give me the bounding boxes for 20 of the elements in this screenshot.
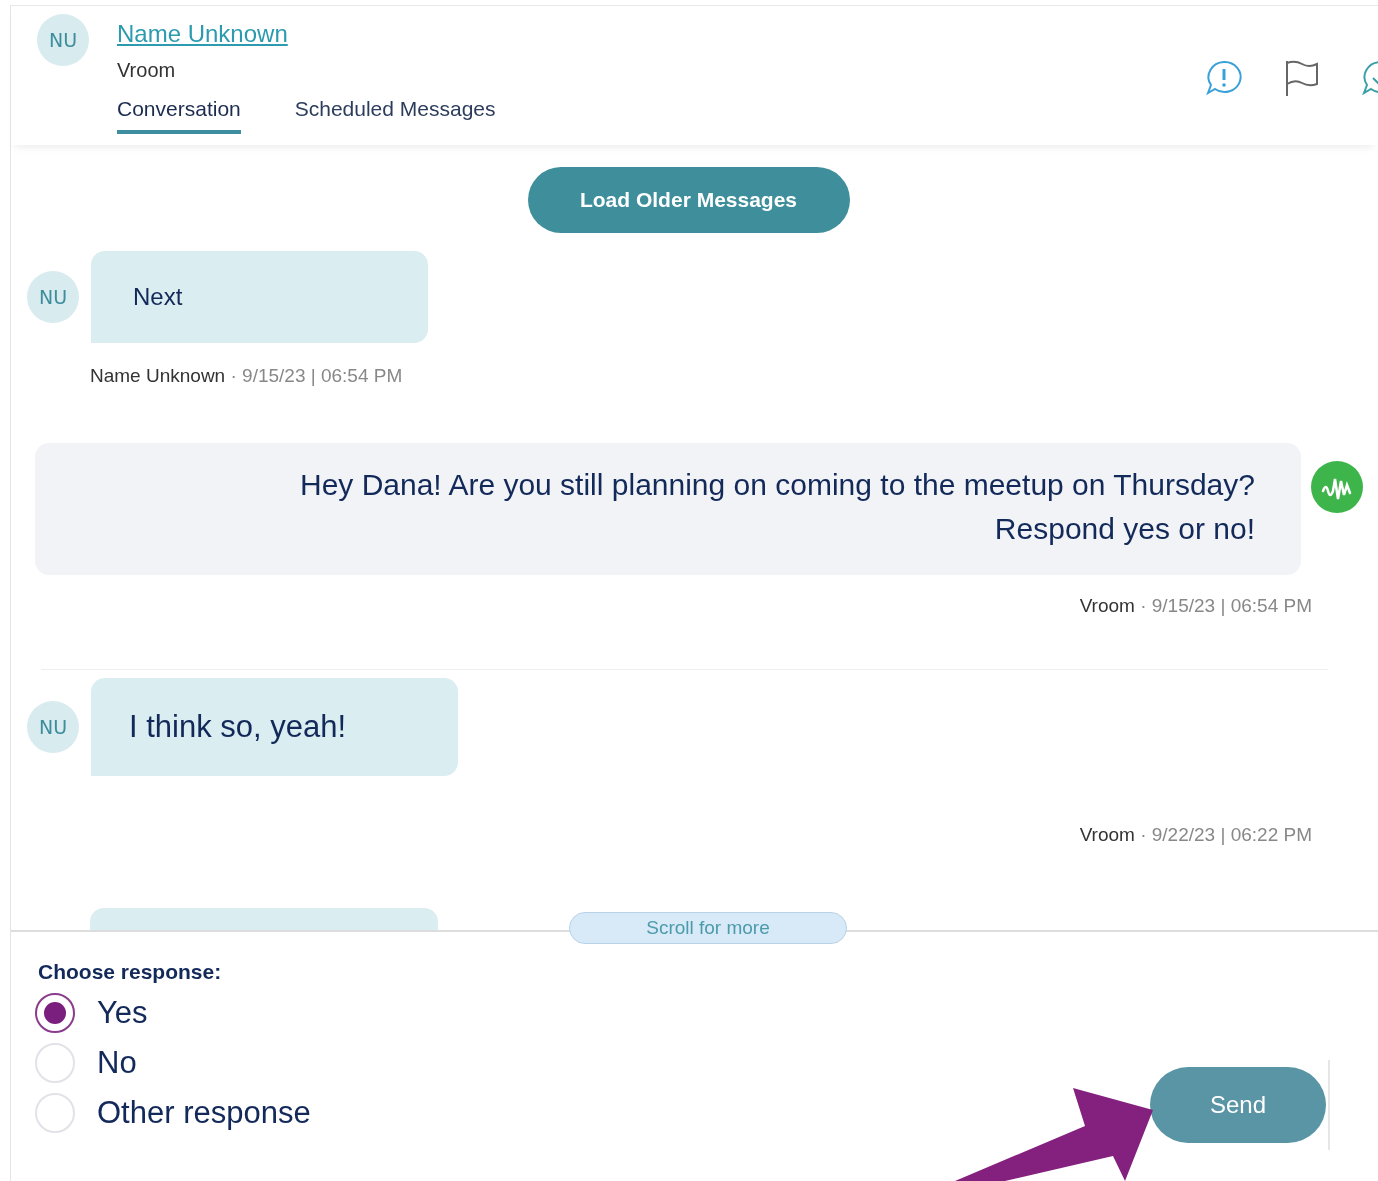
tab[interactable]: Conversation [117,96,241,134]
organization-name: Vroom [117,58,177,82]
option-label[interactable]: Other response [97,1092,311,1134]
radio-button[interactable] [35,993,75,1033]
contact-avatar: NU [27,271,79,323]
tab[interactable]: Scheduled Messages [294,96,496,134]
message-meta: Vroom · 9/22/23 | 06:22 PM [1079,824,1312,846]
contact-avatar: NU [37,14,89,66]
sender-logo-icon [1311,461,1363,513]
contact-avatar: NU [27,701,79,753]
message-meta: Vroom · 9/15/23 | 06:54 PM [1079,595,1312,617]
load-older-button[interactable]: Load Older Messages [527,167,850,233]
message-bubble: Next [91,251,429,343]
alert-bubble-icon[interactable] [1204,58,1244,98]
option-label[interactable]: Yes [97,992,148,1034]
response-label: Choose response: [38,960,223,984]
message-meta: Name Unknown · 9/15/23 | 06:54 PM [90,365,403,387]
message-bubble: I think so, yeah! [91,678,459,776]
message-bubble: Hey Dana! Are you still planning on coming to the meetup on Thursday? Respond yes or no! [35,443,1301,575]
option-label[interactable]: No [97,1042,137,1084]
